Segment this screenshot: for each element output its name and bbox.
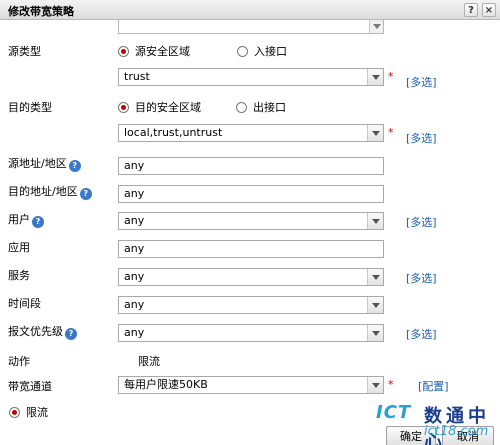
watermark-brand: ICT bbox=[376, 402, 412, 423]
radio-source-zone-label: 源安全区域 bbox=[135, 45, 190, 58]
action-value: 限流 bbox=[138, 355, 160, 368]
dest-zone-value: local,trust,untrust bbox=[124, 126, 223, 139]
chevron-down-icon[interactable] bbox=[367, 269, 383, 285]
source-type-label: 源类型 bbox=[8, 45, 41, 58]
dest-address-label: 目的地址/地区? bbox=[8, 183, 92, 200]
user-select[interactable]: any bbox=[118, 212, 384, 230]
help-icon[interactable]: ? bbox=[68, 160, 81, 172]
radio-out-interface-label: 出接口 bbox=[253, 101, 286, 114]
chevron-down-icon[interactable] bbox=[367, 69, 383, 85]
packet-priority-label-text: 报文优先级 bbox=[8, 325, 63, 338]
packet-priority-multi-link[interactable]: [多选] bbox=[406, 326, 437, 342]
service-value: any bbox=[124, 270, 145, 283]
user-label: 用户? bbox=[8, 211, 44, 228]
radio-in-interface[interactable] bbox=[237, 46, 248, 57]
help-icon[interactable]: ? bbox=[32, 216, 44, 228]
watermark-url: ict18.com bbox=[424, 424, 489, 439]
limit-radio-row: 限流 bbox=[9, 404, 48, 420]
dest-address-label-text: 目的地址/地区 bbox=[8, 185, 78, 198]
time-range-label: 时间段 bbox=[8, 297, 41, 310]
help-icon[interactable]: ? bbox=[65, 328, 77, 340]
radio-limit[interactable] bbox=[9, 407, 20, 418]
service-multi-link[interactable]: [多选] bbox=[406, 270, 437, 286]
radio-source-zone[interactable] bbox=[118, 46, 129, 57]
service-label: 服务 bbox=[8, 269, 30, 282]
service-select[interactable]: any bbox=[118, 268, 384, 286]
required-mark: * bbox=[388, 70, 394, 83]
packet-priority-label: 报文优先级? bbox=[8, 323, 77, 340]
radio-limit-label: 限流 bbox=[26, 406, 48, 419]
source-zone-multi-link[interactable]: [多选] bbox=[406, 74, 437, 90]
radio-out-interface[interactable] bbox=[236, 102, 247, 113]
user-value: any bbox=[124, 214, 145, 227]
required-mark: * bbox=[388, 126, 394, 139]
partial-select[interactable] bbox=[118, 20, 384, 34]
packet-priority-value: any bbox=[124, 326, 145, 339]
bandwidth-channel-select[interactable]: 每用户限速50KB bbox=[118, 376, 384, 394]
dialog-title: 修改带宽策略 bbox=[8, 5, 74, 18]
chevron-down-icon[interactable] bbox=[367, 377, 383, 393]
close-icon[interactable]: × bbox=[482, 3, 496, 17]
packet-priority-select[interactable]: any bbox=[118, 324, 384, 342]
chevron-down-icon[interactable] bbox=[367, 325, 383, 341]
dest-address-input[interactable]: any bbox=[118, 185, 384, 203]
dest-type-radio-group: 目的安全区域 出接口 bbox=[118, 99, 286, 114]
radio-in-interface-label: 入接口 bbox=[254, 45, 287, 58]
required-mark: * bbox=[388, 378, 394, 391]
radio-dest-zone-label: 目的安全区域 bbox=[135, 101, 201, 114]
source-zone-value: trust bbox=[124, 70, 150, 83]
help-icon[interactable]: ? bbox=[79, 188, 92, 200]
dest-type-label: 目的类型 bbox=[8, 101, 52, 114]
bandwidth-config-link[interactable]: [配置] bbox=[418, 378, 449, 394]
application-label: 应用 bbox=[8, 241, 30, 254]
source-zone-select[interactable]: trust bbox=[118, 68, 384, 86]
chevron-down-icon[interactable] bbox=[367, 125, 383, 141]
chevron-down-icon[interactable] bbox=[367, 297, 383, 313]
source-address-input[interactable]: any bbox=[118, 157, 384, 175]
action-label: 动作 bbox=[8, 355, 30, 368]
bandwidth-channel-value: 每用户限速50KB bbox=[124, 378, 208, 391]
dest-zone-multi-link[interactable]: [多选] bbox=[406, 130, 437, 146]
help-icon[interactable]: ? bbox=[464, 3, 478, 17]
user-label-text: 用户 bbox=[8, 213, 30, 226]
watermark: ICT 数通中心 ict18.com bbox=[372, 402, 496, 445]
chevron-down-icon[interactable] bbox=[367, 213, 383, 229]
radio-dest-zone[interactable] bbox=[118, 102, 129, 113]
source-type-radio-group: 源安全区域 入接口 bbox=[118, 43, 287, 58]
dest-zone-select[interactable]: local,trust,untrust bbox=[118, 124, 384, 142]
time-range-value: any bbox=[124, 298, 145, 311]
application-input[interactable]: any bbox=[118, 240, 384, 258]
source-address-label-text: 源地址/地区 bbox=[8, 157, 67, 170]
bandwidth-channel-label: 带宽通道 bbox=[8, 380, 52, 393]
dialog-titlebar: 修改带宽策略 ? × bbox=[0, 0, 500, 20]
user-multi-link[interactable]: [多选] bbox=[406, 214, 437, 230]
chevron-down-icon[interactable] bbox=[369, 20, 383, 33]
time-range-select[interactable]: any bbox=[118, 296, 384, 314]
source-address-label: 源地址/地区? bbox=[8, 155, 81, 172]
